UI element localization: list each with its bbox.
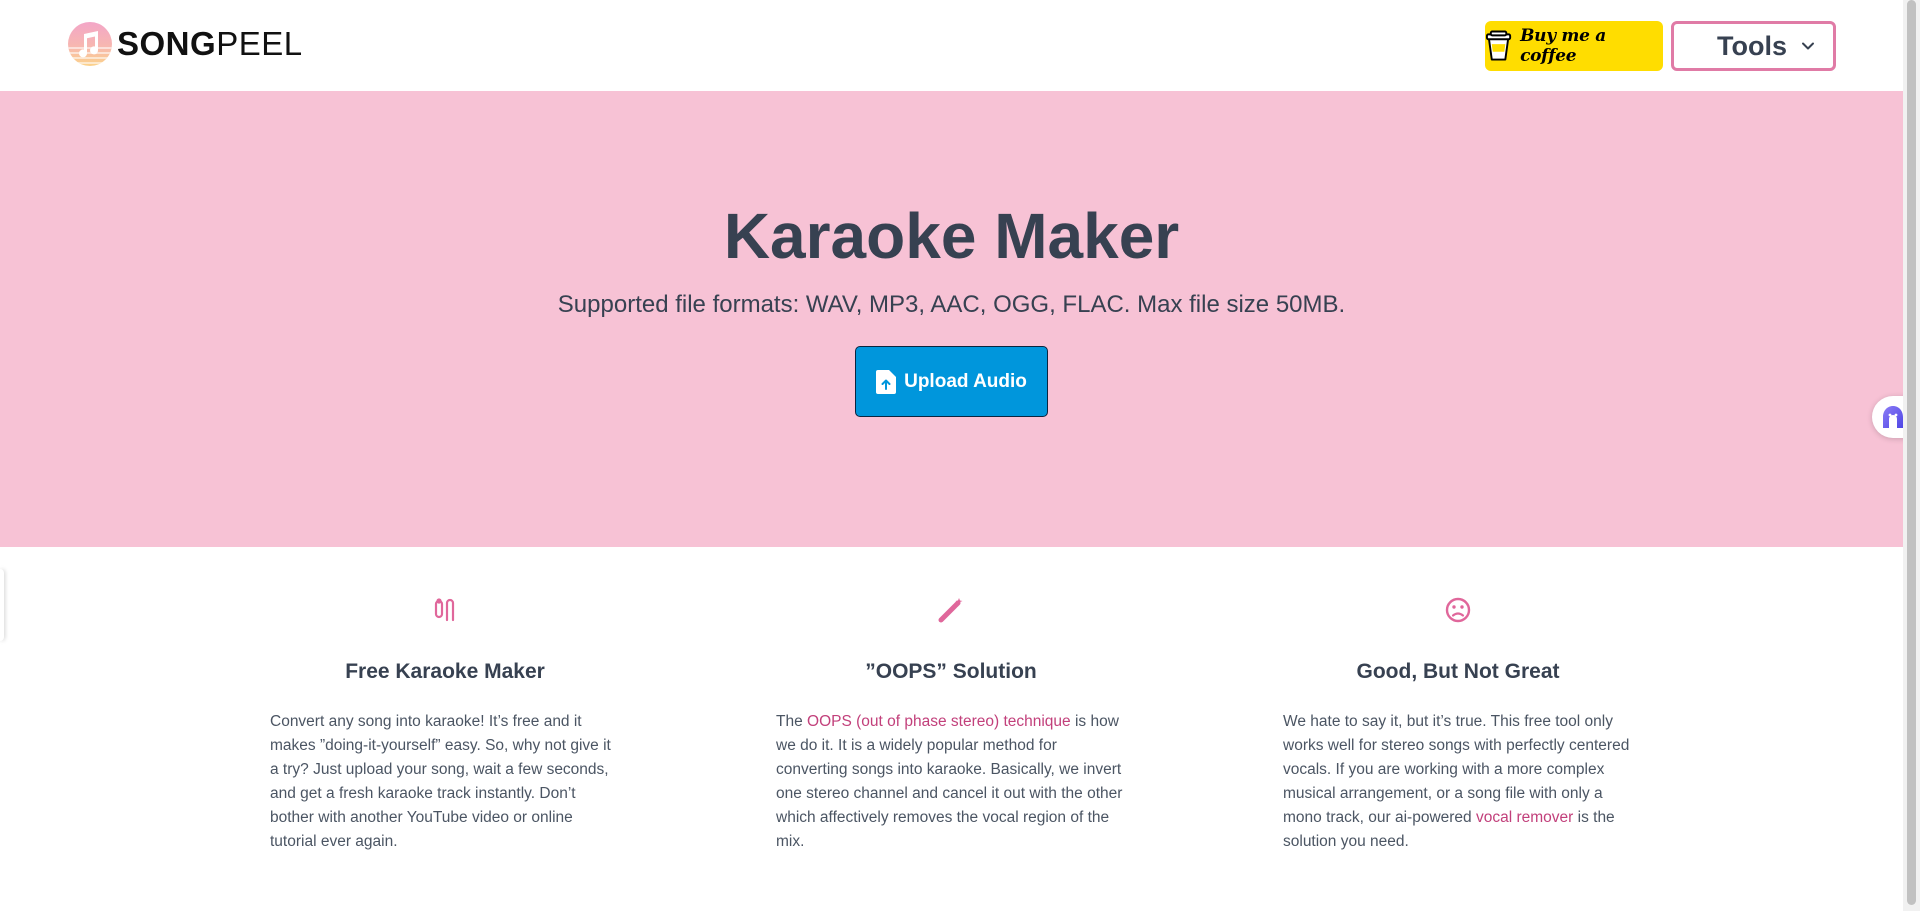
feature-text: We hate to say it, but it’s true. This f… [1283, 710, 1633, 854]
vertical-scrollbar[interactable] [1903, 0, 1920, 911]
page: SONGPEEL Buy me a coffee Tools Karaoke M… [0, 0, 1903, 911]
logo-text: SONGPEEL [117, 25, 303, 63]
scrollbar-thumb[interactable] [1907, 0, 1916, 905]
tools-dropdown[interactable]: Tools [1671, 21, 1836, 71]
upload-audio-button[interactable]: Upload Audio [855, 346, 1048, 417]
coffee-cup-icon [1485, 30, 1512, 61]
logo-text-bold: SONG [117, 25, 217, 62]
page-title: Karaoke Maker [723, 200, 1180, 272]
feature-text-after: is how we do it. It is a widely popular … [776, 713, 1123, 850]
sad-face-icon [1445, 597, 1471, 623]
oops-technique-link[interactable]: OOPS (out of phase stereo) technique [807, 713, 1071, 730]
upload-audio-label: Upload Audio [904, 370, 1027, 392]
coffee-button-label: Buy me a coffee [1520, 26, 1606, 66]
feature-text: Convert any song into karaoke! It’s free… [270, 713, 611, 850]
chevron-down-icon [1802, 42, 1814, 50]
feature-text-before: The [776, 713, 808, 730]
logo-icon [68, 22, 112, 66]
hero-section: Karaoke Maker Supported file formats: WA… [0, 91, 1903, 547]
feature-title: ”OOPS” Solution [865, 660, 1037, 683]
feature-good-not-great: Good, But Not Great We hate to say it, b… [1283, 596, 1633, 850]
logo-text-light: PEEL [216, 25, 303, 62]
file-upload-icon [876, 369, 897, 394]
feature-oops-solution: ”OOPS” Solution The OOPS (out of phase s… [776, 596, 1126, 850]
assistant-icon [1883, 406, 1903, 428]
feature-title: Free Karaoke Maker [345, 660, 545, 683]
feature-free-karaoke: Free Karaoke Maker Convert any song into… [270, 596, 620, 850]
vocal-remover-link[interactable]: vocal remover [1476, 809, 1573, 826]
buy-me-a-coffee-button[interactable]: Buy me a coffee [1485, 21, 1663, 71]
wand-icon [938, 598, 963, 623]
microphone-icon [434, 598, 455, 622]
site-header: SONGPEEL Buy me a coffee Tools [0, 0, 1903, 92]
songpeel-logo[interactable]: SONGPEEL [67, 20, 303, 68]
supported-formats-text: Supported file formats: WAV, MP3, AAC, O… [557, 291, 1346, 318]
tools-dropdown-label: Tools [1717, 30, 1787, 61]
side-tab-edge[interactable] [0, 569, 4, 641]
feature-text: The OOPS (out of phase stereo) technique… [776, 710, 1126, 854]
feature-title: Good, But Not Great [1356, 660, 1560, 683]
